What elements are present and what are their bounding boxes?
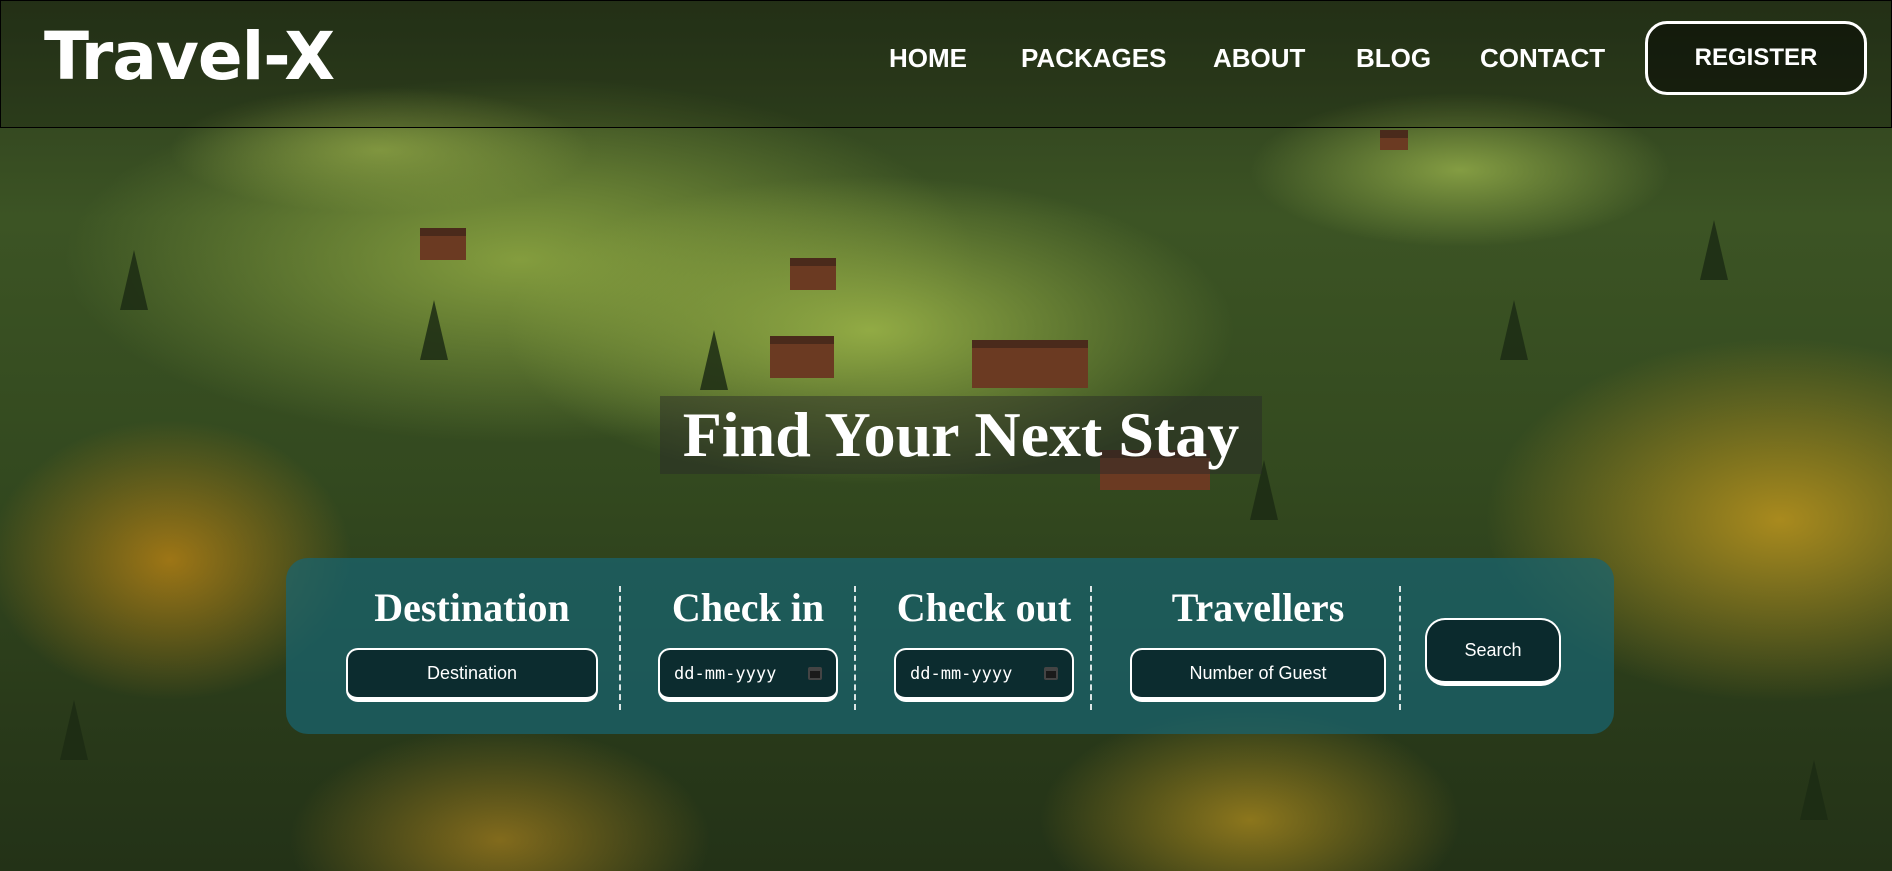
tree-shape xyxy=(1700,220,1728,280)
logo[interactable]: Travel-X xyxy=(44,19,335,95)
page: Travel-X HOME PACKAGES ABOUT BLOG CONTAC… xyxy=(0,0,1892,871)
check-in-group: Check in dd-mm-yyyy xyxy=(658,558,838,734)
field-divider xyxy=(854,586,856,710)
check-out-label: Check out xyxy=(896,585,1072,630)
tree-shape xyxy=(1500,300,1528,360)
check-out-date-input[interactable]: dd-mm-yyyy xyxy=(894,648,1074,702)
check-out-date-placeholder: dd-mm-yyyy xyxy=(910,663,1013,684)
guests-input[interactable]: Number of Guest xyxy=(1130,648,1386,702)
nav-packages-link[interactable]: PACKAGES xyxy=(1021,43,1166,74)
house-shape xyxy=(770,336,834,378)
tree-shape xyxy=(60,700,88,760)
destination-group: Destination Destination xyxy=(346,558,598,734)
house-shape xyxy=(1380,130,1408,150)
tree-shape xyxy=(700,330,728,390)
search-panel: Destination Destination Check in dd-mm-y… xyxy=(286,558,1614,734)
house-shape xyxy=(972,340,1088,388)
field-divider xyxy=(619,586,621,710)
tree-shape xyxy=(1800,760,1828,820)
check-in-date-input[interactable]: dd-mm-yyyy xyxy=(658,648,838,702)
tree-shape xyxy=(420,300,448,360)
destination-input[interactable]: Destination xyxy=(346,648,598,702)
register-button[interactable]: REGISTER xyxy=(1645,21,1867,95)
nav-about-link[interactable]: ABOUT xyxy=(1213,43,1305,74)
field-divider xyxy=(1399,586,1401,710)
search-button[interactable]: Search xyxy=(1425,618,1561,686)
tree-shape xyxy=(120,250,148,310)
nav-contact-link[interactable]: CONTACT xyxy=(1480,43,1605,74)
navbar: Travel-X HOME PACKAGES ABOUT BLOG CONTAC… xyxy=(0,0,1892,128)
travellers-label: Travellers xyxy=(1171,585,1345,630)
nav-home-link[interactable]: HOME xyxy=(889,43,967,74)
house-shape xyxy=(420,228,466,260)
house-shape xyxy=(790,258,836,290)
travellers-group: Travellers Number of Guest xyxy=(1130,558,1386,734)
nav-blog-link[interactable]: BLOG xyxy=(1356,43,1431,74)
destination-label: Destination xyxy=(374,585,570,630)
check-in-label: Check in xyxy=(671,585,825,630)
field-divider xyxy=(1090,586,1092,710)
hero-title: Find Your Next Stay xyxy=(660,396,1262,474)
check-out-group: Check out dd-mm-yyyy xyxy=(894,558,1074,734)
calendar-icon[interactable] xyxy=(808,667,822,680)
check-in-date-placeholder: dd-mm-yyyy xyxy=(674,663,777,684)
calendar-icon[interactable] xyxy=(1044,667,1058,680)
